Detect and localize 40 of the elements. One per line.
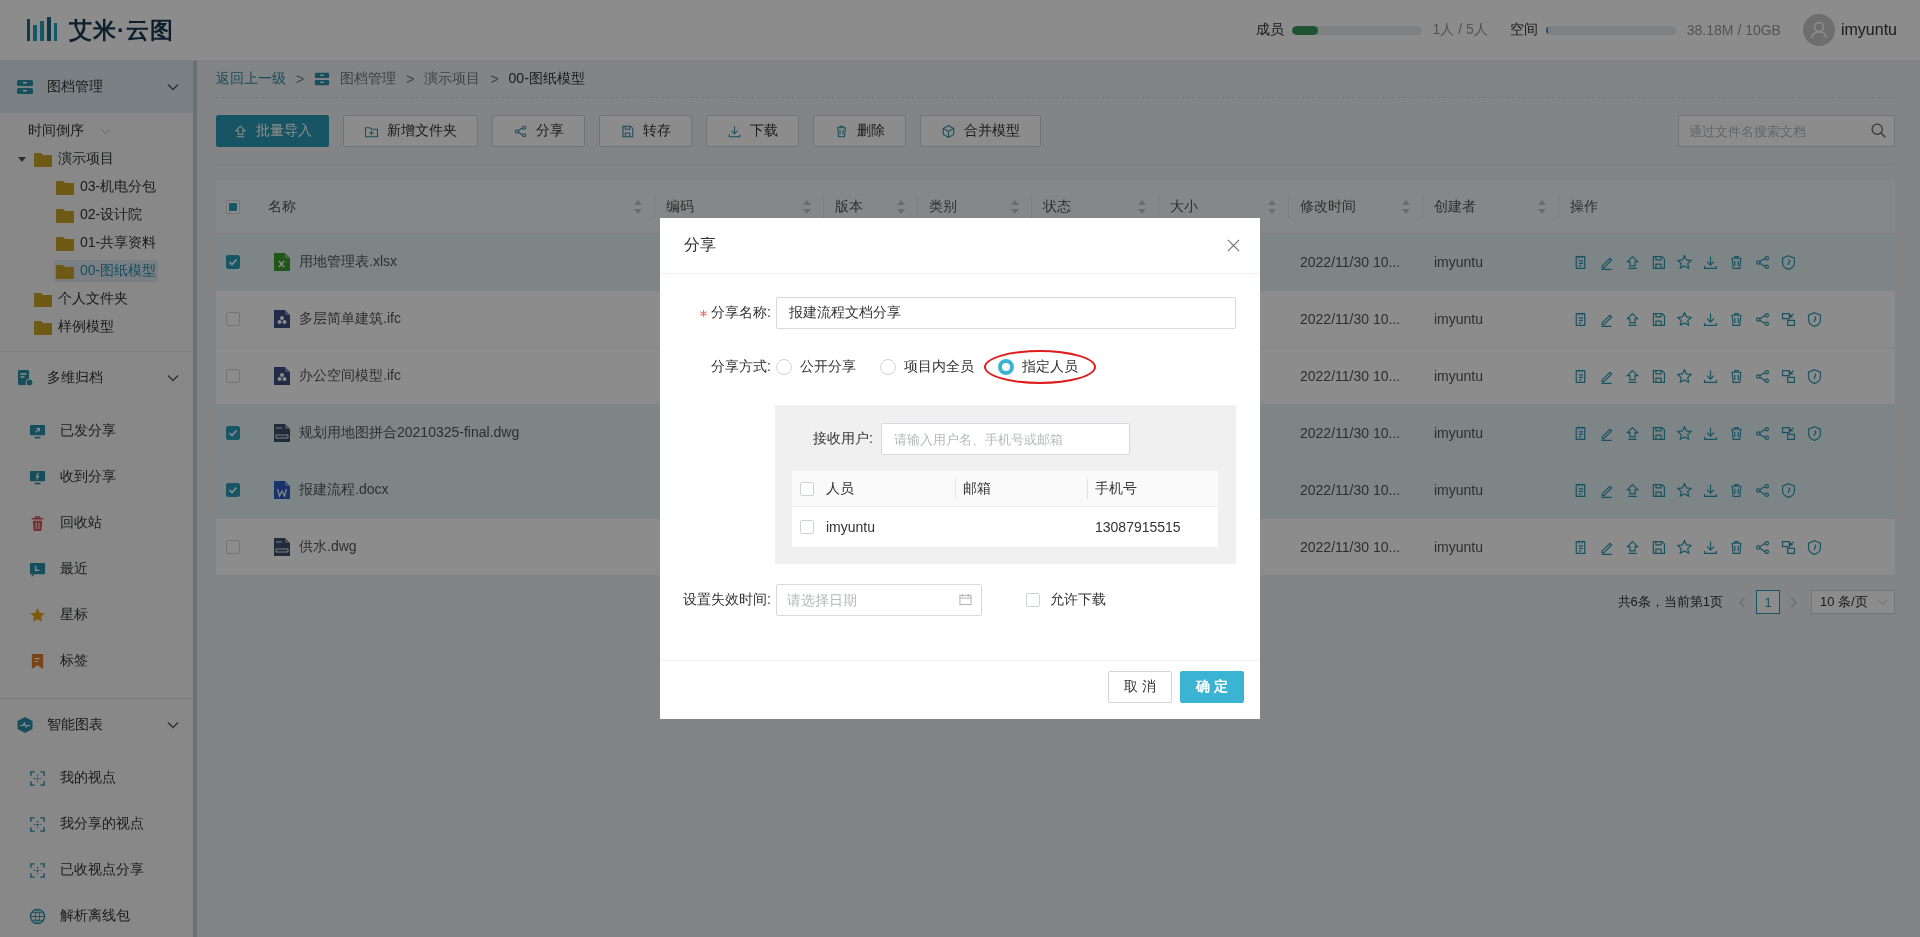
modified-time: 2022/11/30 10... [1300,482,1401,498]
column-header: 大小 [1170,197,1198,216]
column-header: 人员 [826,479,854,498]
meter-reading: 38.18M / 10GB [1686,22,1781,38]
logo-text: 艾米·云图 [69,15,174,45]
creator-name: imyuntu [1434,254,1484,270]
meter-label: 成员 [1255,21,1284,39]
creator-name: imyuntu [1434,425,1484,441]
creator-name: imyuntu [1434,539,1484,555]
column-header: 名称 [268,197,296,216]
column-header: 编码 [666,197,694,216]
column-header: 修改时间 [1300,197,1356,216]
breadcrumb-separator: > [490,71,499,87]
modified-time: 2022/11/30 10... [1300,368,1401,384]
creator-name: imyuntu [1434,311,1484,327]
column-header: 手机号 [1095,479,1137,498]
modified-time: 2022/11/30 10... [1300,254,1401,270]
field-label: 接收用户: [812,430,873,448]
field-label: 分享方式: [711,358,771,376]
column-header: 邮箱 [963,479,991,498]
phone-number: 13087915515 [1095,519,1181,535]
pagination-summary: 共6条，当前第1页 [1617,593,1723,611]
field-label: 设置失效时间: [683,591,771,609]
column-header: 操作 [1570,197,1598,216]
modified-time: 2022/11/30 10... [1300,311,1401,327]
meter-label: 空间 [1509,21,1538,39]
modified-time: 2022/11/30 10... [1300,539,1401,555]
creator-name: imyuntu [1434,368,1484,384]
dialog-title: 分享 [684,235,716,255]
breadcrumb-separator: > [296,71,305,87]
column-header: 创建者 [1434,197,1476,216]
column-header: 版本 [835,197,863,216]
user-name: imyuntu [826,519,876,535]
field-label: 分享名称: [711,304,771,322]
column-header: 状态 [1043,197,1071,216]
creator-name: imyuntu [1434,482,1484,498]
column-header: 类别 [929,197,957,216]
meter-reading: 1人 / 5人 [1432,21,1488,39]
breadcrumb-separator: > [406,71,415,87]
modified-time: 2022/11/30 10... [1300,425,1401,441]
